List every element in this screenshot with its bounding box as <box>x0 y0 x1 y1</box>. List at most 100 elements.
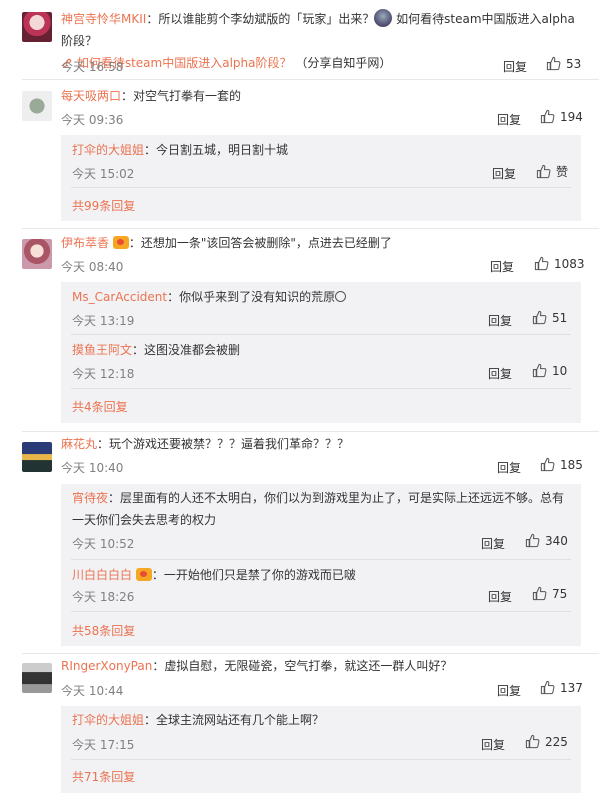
reply-username[interactable]: 摸鱼王阿文 <box>72 343 132 357</box>
thumb-up-icon <box>525 533 540 548</box>
reply-text: ：一开始他们只是禁了你的游戏而已啵 <box>151 568 356 582</box>
like-count: 75 <box>552 586 568 601</box>
like-button[interactable]: 225 <box>525 734 568 749</box>
comment-time: 今天 16:58 <box>61 60 124 74</box>
reply-username[interactable]: 打伞的大姐姐 <box>72 713 144 727</box>
reply-text: ：全球主流网站还有几个能上啊？ <box>144 713 325 727</box>
thumb-up-icon <box>532 310 547 325</box>
comment-username[interactable]: 伊布萃香 <box>61 236 109 250</box>
thumb-up-icon <box>534 256 549 271</box>
reply-button[interactable]: 回复 <box>497 111 521 128</box>
member-badge-icon <box>135 568 152 581</box>
more-replies-link[interactable]: 共4条回复 <box>72 398 128 415</box>
comment-text: ：虚拟自慰，无限碰瓷，空气打拳，就这还一群人叫好？ <box>152 659 453 673</box>
comment-body: 伊布萃香 ：还想加一条"该回答会被删除"，点进去已经删了 <box>61 232 585 254</box>
divider <box>71 334 571 335</box>
like-button[interactable]: 赞 <box>536 163 568 180</box>
reply-button[interactable]: 回复 <box>490 258 514 275</box>
reply-time: 今天 17:15 <box>72 738 135 752</box>
thumb-up-icon <box>546 56 561 71</box>
avatar-inline-icon <box>374 9 393 27</box>
reply-body: 打伞的大姐姐：全球主流网站还有几个能上啊？ <box>72 709 573 731</box>
share-note: （分享自知乎网） <box>295 56 392 70</box>
reply-username[interactable]: 川白白白白 <box>72 568 132 582</box>
reply-button[interactable]: 回复 <box>481 736 505 753</box>
reply-username[interactable]: Ms_CarAccident <box>72 290 167 304</box>
thumb-up-icon <box>540 457 555 472</box>
comment-time: 今天 10:40 <box>61 461 124 475</box>
comment: 神宫寺怜华MKII：所以谁能剪个李幼斌版的「玩家」出来？ 如何看待steam中国… <box>0 0 599 80</box>
thumb-up-icon <box>540 109 555 124</box>
like-button[interactable]: 75 <box>532 586 567 601</box>
comment-body: 麻花丸：玩个游戏还要被禁？？？逼着我们革命？？？ <box>61 433 585 455</box>
reply-button[interactable]: 回复 <box>497 459 521 476</box>
comment-text: ：还想加一条"该回答会被删除"，点进去已经删了 <box>128 236 392 250</box>
reply-button[interactable]: 回复 <box>497 682 521 699</box>
thumb-up-icon <box>540 680 555 695</box>
reply-time: 今天 13:19 <box>72 314 135 328</box>
comment-text: ：所以谁能剪个李幼斌版的「玩家」出来？ <box>146 12 375 26</box>
comment-body: 每天吸两口：对空气打拳有一套的 <box>61 85 585 107</box>
like-button[interactable]: 10 <box>532 363 567 378</box>
like-button[interactable]: 1083 <box>534 256 585 271</box>
reply-button[interactable]: 回复 <box>488 312 512 329</box>
reply-body: 宵待夜：层里面有的人还不太明白，你们以为到游戏里为止了，可是实际上还远远不够。总… <box>72 487 573 531</box>
like-button[interactable]: 137 <box>540 680 583 695</box>
like-count: 1083 <box>554 256 585 271</box>
like-button[interactable]: 51 <box>532 310 567 325</box>
comment-time: 今天 08:40 <box>61 260 124 274</box>
reply-text: ：这图没准都会被删 <box>132 343 241 357</box>
reply-time: 今天 15:02 <box>72 167 135 181</box>
reply-button[interactable]: 回复 <box>492 165 516 182</box>
divider <box>71 559 571 560</box>
comment-username[interactable]: 每天吸两口 <box>61 89 121 103</box>
avatar[interactable] <box>22 239 52 269</box>
comment-text: ：玩个游戏还要被禁？？？逼着我们革命？？？ <box>97 437 350 451</box>
comment-text: ：对空气打拳有一套的 <box>121 89 242 103</box>
comment-username[interactable]: 神宫寺怜华MKII <box>61 12 146 26</box>
comment-time: 今天 10:44 <box>61 684 124 698</box>
reply-list: 打伞的大姐姐：今日割五城，明日割十城 今天 15:02 回复 赞 共99条回复 <box>61 135 581 221</box>
like-count: 51 <box>552 310 568 325</box>
more-replies-link[interactable]: 共71条回复 <box>72 768 135 785</box>
comment-username[interactable]: RIngerXonyPan <box>61 659 152 673</box>
like-button[interactable]: 340 <box>525 533 568 548</box>
reply-body: 川白白白白 ：一开始他们只是禁了你的游戏而已啵 <box>72 564 573 586</box>
like-button[interactable]: 53 <box>546 56 581 71</box>
comment-time: 今天 09:36 <box>61 113 124 127</box>
like-count: 10 <box>552 363 568 378</box>
reply-time: 今天 18:26 <box>72 590 135 604</box>
divider <box>71 759 571 760</box>
divider <box>71 388 571 389</box>
avatar[interactable] <box>22 442 52 472</box>
more-replies-link[interactable]: 共99条回复 <box>72 197 135 214</box>
reply-body: Ms_CarAccident：你似乎来到了没有知识的荒原 <box>72 286 573 308</box>
reply-button[interactable]: 回复 <box>488 588 512 605</box>
comment-username[interactable]: 麻花丸 <box>61 437 97 451</box>
like-count: 194 <box>560 109 583 124</box>
comment: 麻花丸：玩个游戏还要被禁？？？逼着我们革命？？？ 今天 10:40 回复 185… <box>0 432 599 654</box>
reply-username[interactable]: 打伞的大姐姐 <box>72 143 144 157</box>
avatar[interactable] <box>22 12 52 42</box>
reply-button[interactable]: 回复 <box>488 365 512 382</box>
reply-text: ：今日割五城，明日割十城 <box>144 143 289 157</box>
like-button[interactable]: 185 <box>540 457 583 472</box>
emoji-icon <box>335 291 347 302</box>
avatar[interactable] <box>22 91 52 121</box>
more-replies-link[interactable]: 共58条回复 <box>72 622 135 639</box>
thumb-up-icon <box>525 734 540 749</box>
reply-button[interactable]: 回复 <box>481 535 505 552</box>
reply-text: ：你似乎来到了没有知识的荒原 <box>167 290 336 304</box>
like-count: 53 <box>566 56 582 71</box>
thumb-up-icon <box>532 586 547 601</box>
comment-body: RIngerXonyPan：虚拟自慰，无限碰瓷，空气打拳，就这还一群人叫好？ <box>61 655 585 677</box>
like-count: 340 <box>545 533 568 548</box>
reply-text: ：层里面有的人还不太明白，你们以为到游戏里为止了，可是实际上还远远不够。总有一天… <box>72 491 565 527</box>
reply-username[interactable]: 宵待夜 <box>72 491 108 505</box>
divider <box>71 187 571 188</box>
reply-button[interactable]: 回复 <box>503 58 527 75</box>
like-button[interactable]: 194 <box>540 109 583 124</box>
like-count: 225 <box>545 734 568 749</box>
reply-list: 打伞的大姐姐：全球主流网站还有几个能上啊？ 今天 17:15 回复 225 共7… <box>61 706 581 793</box>
avatar[interactable] <box>22 663 52 693</box>
